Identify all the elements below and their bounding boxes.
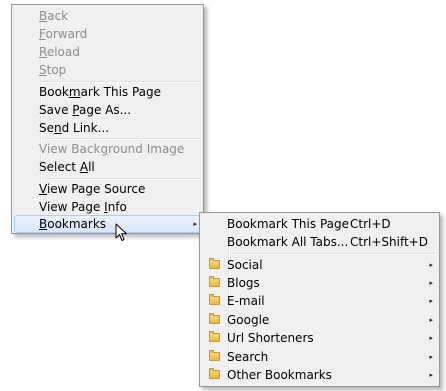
menu-separator: [230, 253, 436, 255]
menu-item-bookmark-all-tabs[interactable]: Bookmark All Tabs... Ctrl+Shift+D: [202, 233, 437, 251]
submenu-arrow-icon: ▸: [429, 261, 433, 269]
bookmark-folder-other-bookmarks[interactable]: Other Bookmarks ▸: [202, 366, 437, 384]
menu-item-bookmarks[interactable]: Bookmarks ▸: [14, 215, 201, 233]
submenu-arrow-icon: ▸: [429, 279, 433, 287]
menu-item-reload[interactable]: Reload: [14, 43, 201, 61]
submenu-arrow-icon: ▸: [193, 220, 197, 228]
bookmark-folder-email[interactable]: E-mail ▸: [202, 292, 437, 310]
folder-icon: [209, 350, 220, 361]
submenu-arrow-icon: ▸: [429, 316, 433, 324]
bookmark-folder-blogs[interactable]: Blogs ▸: [202, 274, 437, 292]
bookmark-folder-social[interactable]: Social ▸: [202, 256, 437, 274]
submenu-arrow-icon: ▸: [429, 371, 433, 379]
submenu-arrow-icon: ▸: [429, 297, 433, 305]
shortcut-label: Ctrl+D: [350, 217, 391, 231]
shortcut-label: Ctrl+Shift+D: [350, 235, 428, 249]
folder-icon: [209, 258, 220, 269]
bookmark-folder-google[interactable]: Google ▸: [202, 311, 437, 329]
menu-item-view-page-source[interactable]: View Page Source: [14, 180, 201, 198]
submenu-arrow-icon: ▸: [429, 334, 433, 342]
mouse-cursor-icon: [115, 223, 127, 241]
folder-icon: [209, 294, 220, 305]
menu-item-send-link[interactable]: Send Link...: [14, 119, 201, 137]
folder-icon: [209, 331, 220, 342]
context-menu: Back Forward Reload Stop Bookmark This P…: [11, 4, 204, 234]
menu-item-back[interactable]: Back: [14, 7, 201, 25]
folder-icon: [209, 368, 220, 379]
menu-item-view-background-image[interactable]: View Background Image: [14, 140, 201, 158]
menu-item-forward[interactable]: Forward: [14, 25, 201, 43]
menu-item-select-all[interactable]: Select All: [14, 158, 201, 176]
menu-item-bookmark-this-page[interactable]: Bookmark This Page Ctrl+D: [202, 215, 437, 233]
bookmark-folder-search[interactable]: Search ▸: [202, 348, 437, 366]
folder-icon: [209, 313, 220, 324]
submenu-arrow-icon: ▸: [429, 353, 433, 361]
folder-icon: [209, 276, 220, 287]
menu-item-view-page-info[interactable]: View Page Info: [14, 198, 201, 216]
menu-item-save-page-as[interactable]: Save Page As...: [14, 101, 201, 119]
menu-item-bookmark-this-page[interactable]: Bookmark This Page: [14, 83, 201, 101]
menu-item-stop[interactable]: Stop: [14, 61, 201, 79]
bookmark-folder-url-shorteners[interactable]: Url Shorteners ▸: [202, 329, 437, 347]
bookmarks-submenu: Bookmark This Page Ctrl+D Bookmark All T…: [199, 212, 440, 387]
